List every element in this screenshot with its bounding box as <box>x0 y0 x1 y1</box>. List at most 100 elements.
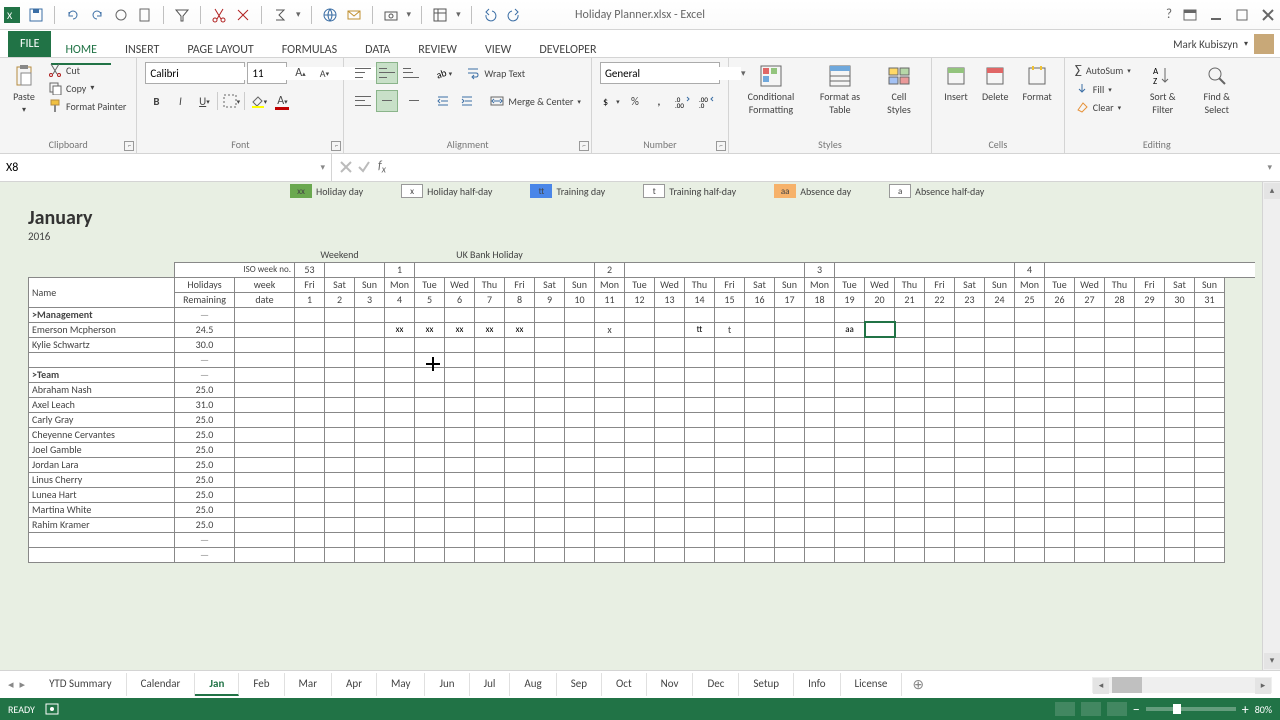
align-left-icon[interactable] <box>352 90 374 112</box>
worksheet[interactable]: xxHoliday day xHoliday half-day ttTraini… <box>0 182 1280 670</box>
view-normal-icon[interactable] <box>1055 702 1075 716</box>
maximize-icon[interactable] <box>1234 7 1250 23</box>
increase-decimal-icon[interactable]: .0.00 <box>672 90 694 112</box>
undo-icon[interactable] <box>65 7 81 23</box>
insert-button[interactable]: Insert <box>940 62 972 105</box>
number-launcher[interactable]: ⌐ <box>716 141 726 151</box>
percent-icon[interactable]: % <box>624 90 646 112</box>
name-box[interactable]: ▾ <box>0 154 332 181</box>
border-button[interactable]: ▾ <box>220 90 242 112</box>
font-color-button[interactable]: A▾ <box>271 90 293 112</box>
minimize-icon[interactable] <box>1208 7 1224 23</box>
save-icon[interactable] <box>28 7 44 23</box>
comma-icon[interactable]: , <box>648 90 670 112</box>
macro-record-icon[interactable] <box>45 703 59 715</box>
camera-icon[interactable] <box>383 7 399 23</box>
sheet-tab-license[interactable]: License <box>841 673 903 696</box>
scroll-up-icon[interactable]: ▴ <box>1264 183 1280 199</box>
freeze-icon[interactable] <box>432 7 448 23</box>
sheet-tab-apr[interactable]: Apr <box>332 673 377 696</box>
accept-formula-icon[interactable] <box>356 159 372 175</box>
currency-icon[interactable]: $▾ <box>600 90 622 112</box>
sheet-tab-feb[interactable]: Feb <box>239 673 284 696</box>
help-icon[interactable]: ? <box>1166 7 1172 22</box>
new-icon[interactable] <box>137 7 153 23</box>
cut-icon[interactable] <box>211 7 227 23</box>
redo2-icon[interactable] <box>506 7 522 23</box>
cancel-formula-icon[interactable] <box>338 159 354 175</box>
scroll-down-icon[interactable]: ▾ <box>1264 653 1280 669</box>
sheet-tab-may[interactable]: May <box>377 673 425 696</box>
autosum-button[interactable]: ∑AutoSum ▾ <box>1073 62 1133 79</box>
view-layout-icon[interactable] <box>1081 702 1101 716</box>
sheet-tab-info[interactable]: Info <box>794 673 840 696</box>
view-pagebreak-icon[interactable] <box>1107 702 1127 716</box>
sheet-tab-ytd-summary[interactable]: YTD Summary <box>35 673 127 696</box>
horizontal-scrollbar[interactable]: ◂ ▸ <box>1092 677 1272 693</box>
fill-color-button[interactable]: ▾ <box>247 90 269 112</box>
sheet-tab-sep[interactable]: Sep <box>557 673 602 696</box>
sheet-tab-mar[interactable]: Mar <box>285 673 333 696</box>
align-bottom-icon[interactable] <box>400 62 422 84</box>
redo-icon[interactable] <box>89 7 105 23</box>
sheet-tab-jul[interactable]: Jul <box>470 673 511 696</box>
sheet-tab-setup[interactable]: Setup <box>739 673 794 696</box>
email-icon[interactable] <box>346 7 362 23</box>
touch-icon[interactable] <box>113 7 129 23</box>
zoom-slider[interactable] <box>1146 707 1236 711</box>
find-select-button[interactable]: Find & Select <box>1193 62 1241 118</box>
holiday-planner-grid[interactable]: WeekendUK Bank HolidayISO week no.531234… <box>28 247 1255 563</box>
underline-button[interactable]: U▾ <box>193 90 215 112</box>
align-top-icon[interactable] <box>352 62 374 84</box>
vertical-scrollbar[interactable]: ▴ ▾ <box>1262 182 1280 670</box>
wrap-text-button[interactable]: Wrap Text <box>464 65 527 81</box>
fx-icon[interactable]: fx <box>374 159 390 175</box>
undo2-icon[interactable] <box>482 7 498 23</box>
align-middle-icon[interactable] <box>376 62 398 84</box>
font-launcher[interactable]: ⌐ <box>331 141 341 151</box>
link-icon[interactable] <box>322 7 338 23</box>
filter-icon[interactable] <box>174 7 190 23</box>
clear-icon[interactable] <box>235 7 251 23</box>
file-tab[interactable]: FILE <box>8 31 51 57</box>
sort-filter-button[interactable]: AZSort & Filter <box>1139 62 1187 118</box>
user-account[interactable]: Mark Kubiszyn ▾ <box>1173 34 1274 54</box>
sheet-tab-calendar[interactable]: Calendar <box>127 673 196 696</box>
clipboard-launcher[interactable]: ⌐ <box>124 141 134 151</box>
increase-indent-icon[interactable] <box>456 90 478 112</box>
bold-button[interactable]: B <box>145 90 167 112</box>
sheet-tab-dec[interactable]: Dec <box>693 673 739 696</box>
paste-button[interactable]: Paste▾ <box>8 62 40 117</box>
cut-button[interactable]: Cut <box>46 62 128 78</box>
conditional-formatting-button[interactable]: Conditional Formatting <box>737 62 805 118</box>
sheet-tab-jun[interactable]: Jun <box>425 673 469 696</box>
format-button[interactable]: Format <box>1019 62 1056 105</box>
delete-button[interactable]: Delete <box>978 62 1013 105</box>
font-name-combo[interactable]: ▾ <box>145 62 245 84</box>
format-painter-button[interactable]: Format Painter <box>46 98 128 114</box>
close-icon[interactable] <box>1260 7 1276 23</box>
zoom-out-button[interactable]: − <box>1133 701 1140 718</box>
ribbon-options-icon[interactable] <box>1182 7 1198 23</box>
copy-button[interactable]: Copy ▾ <box>46 80 128 96</box>
align-right-icon[interactable] <box>400 90 422 112</box>
add-sheet-button[interactable]: ⊕ <box>902 672 934 697</box>
fill-button[interactable]: Fill ▾ <box>1073 81 1133 97</box>
decrease-font-icon[interactable]: A▾ <box>313 62 335 84</box>
sheet-tab-jan[interactable]: Jan <box>195 673 239 696</box>
align-center-icon[interactable] <box>376 90 398 112</box>
decrease-decimal-icon[interactable]: .00.0 <box>696 90 718 112</box>
sheet-tab-nov[interactable]: Nov <box>647 673 694 696</box>
zoom-in-button[interactable]: + <box>1242 701 1249 718</box>
scroll-left-icon[interactable]: ◂ <box>1093 678 1109 694</box>
italic-button[interactable]: I <box>169 90 191 112</box>
sheet-tab-oct[interactable]: Oct <box>602 673 647 696</box>
cell-styles-button[interactable]: Cell Styles <box>875 62 923 118</box>
format-as-table-button[interactable]: Format as Table <box>811 62 869 118</box>
decrease-indent-icon[interactable] <box>432 90 454 112</box>
sum-icon[interactable] <box>272 7 288 23</box>
font-size-combo[interactable]: ▾ <box>247 62 287 84</box>
tab-nav-prev-icon[interactable]: ◂ <box>8 678 14 691</box>
scroll-right-icon[interactable]: ▸ <box>1255 678 1271 694</box>
clear-button[interactable]: Clear ▾ <box>1073 99 1133 115</box>
